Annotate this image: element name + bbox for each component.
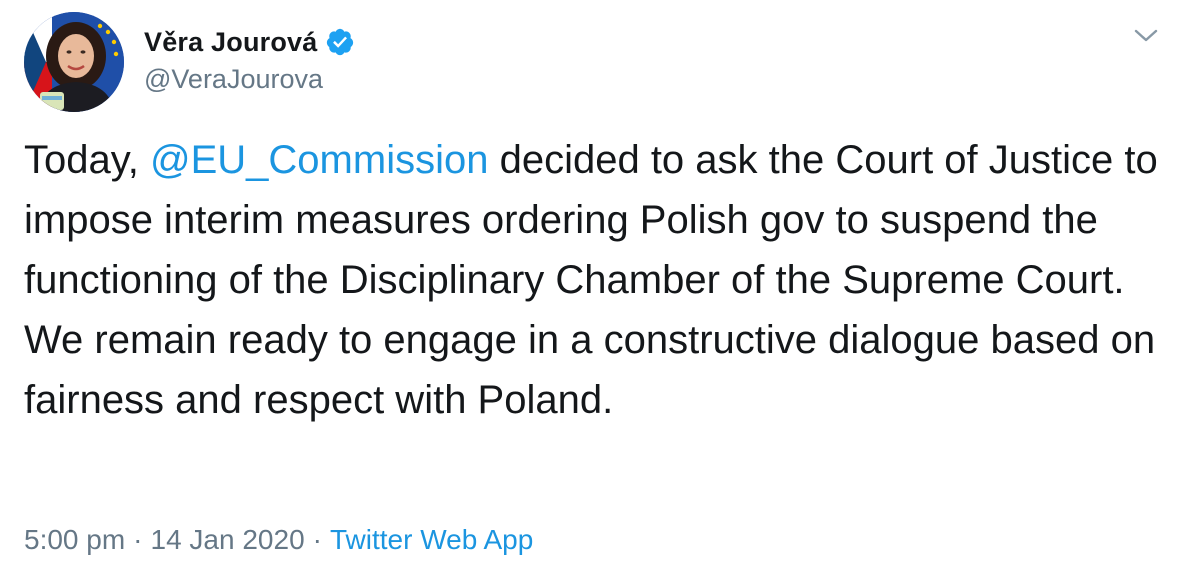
tweet-text-start: Today, xyxy=(24,138,150,182)
tweet-text: Today, @EU_Commission decided to ask the… xyxy=(24,130,1174,430)
source-link[interactable]: Twitter Web App xyxy=(330,524,533,555)
separator: · xyxy=(133,524,143,555)
mention-link[interactable]: @EU_Commission xyxy=(150,138,488,182)
author-block: Věra Jourová @VeraJourova xyxy=(144,24,355,95)
display-name-row: Věra Jourová xyxy=(144,24,355,60)
tweet-date[interactable]: 14 Jan 2020 xyxy=(151,524,305,555)
profile-photo xyxy=(24,12,124,112)
handle[interactable]: @VeraJourova xyxy=(144,64,355,95)
display-name[interactable]: Věra Jourová xyxy=(144,27,317,58)
separator: · xyxy=(312,524,322,555)
tweet-meta: 5:00 pm · 14 Jan 2020 · Twitter Web App xyxy=(24,520,533,560)
verified-badge-icon xyxy=(325,27,355,57)
tweet-time[interactable]: 5:00 pm xyxy=(24,524,125,555)
tweet-card: Věra Jourová @VeraJourova Today, @EU_Com… xyxy=(0,0,1186,572)
chevron-down-icon[interactable] xyxy=(1132,26,1160,46)
avatar[interactable] xyxy=(24,12,124,112)
